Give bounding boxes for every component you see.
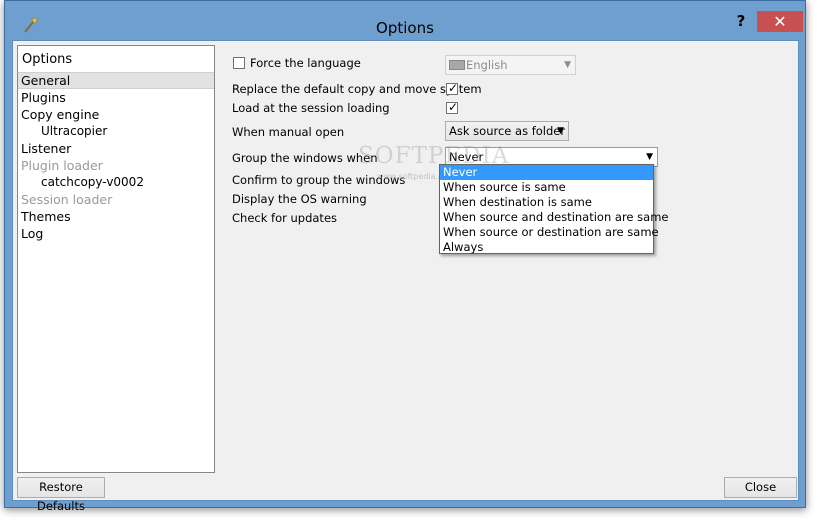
sidebar-item-themes[interactable]: Themes: [18, 208, 214, 225]
sidebar-item-catchcopy[interactable]: catchcopy-v0002: [18, 174, 214, 191]
dropdown-option-source-same[interactable]: When source is same: [440, 180, 653, 195]
dropdown-option-never[interactable]: Never: [440, 165, 653, 180]
options-sidebar: Options General Plugins Copy engine Ultr…: [17, 45, 215, 473]
options-window: Options ? ✕ Options General Plugins Copy…: [4, 0, 806, 513]
title-bar[interactable]: Options ? ✕: [5, 1, 805, 41]
language-select[interactable]: English ▼: [445, 55, 576, 75]
chevron-down-icon: ▼: [557, 126, 564, 136]
client-area: Options General Plugins Copy engine Ultr…: [12, 40, 799, 513]
sidebar-item-ultracopier[interactable]: Ultracopier: [18, 123, 214, 140]
chevron-down-icon: ▼: [564, 60, 571, 70]
dropdown-option-source-or-destination[interactable]: When source or destination are same: [440, 225, 659, 240]
sidebar-header: Options: [22, 52, 73, 67]
manual-open-select[interactable]: Ask source as folder ▼: [445, 121, 569, 141]
manual-open-value: Ask source as folder: [449, 124, 566, 138]
group-windows-label: Group the windows when: [232, 151, 378, 165]
help-button[interactable]: ?: [727, 11, 755, 31]
language-value: English: [466, 58, 508, 72]
restore-defaults-button[interactable]: Restore Defaults: [17, 477, 105, 513]
force-language-label: Force the language: [250, 56, 361, 70]
close-button[interactable]: Close: [724, 477, 797, 498]
sidebar-item-plugins[interactable]: Plugins: [18, 89, 214, 106]
sidebar-item-copy-engine[interactable]: Copy engine: [18, 106, 214, 123]
replace-copy-label: Replace the default copy and move system: [232, 82, 482, 96]
replace-copy-checkbox[interactable]: ✓: [446, 81, 459, 95]
flag-icon: [449, 60, 465, 70]
sidebar-item-listener[interactable]: Listener: [18, 140, 214, 157]
dropdown-option-always[interactable]: Always: [440, 240, 653, 255]
group-windows-dropdown: Never When source is same When destinati…: [439, 164, 668, 255]
sidebar-item-session-loader[interactable]: Session loader: [18, 191, 214, 208]
load-session-label: Load at the session loading: [232, 101, 390, 115]
check-updates-label: Check for updates: [232, 211, 338, 225]
dropdown-option-destination-same[interactable]: When destination is same: [440, 195, 653, 210]
force-language-checkbox[interactable]: [233, 57, 245, 69]
manual-open-label: When manual open: [232, 125, 345, 139]
sidebar-item-plugin-loader[interactable]: Plugin loader: [18, 157, 214, 174]
checkmark-icon: ✓: [448, 81, 459, 95]
sidebar-list: General Plugins Copy engine Ultracopier …: [18, 72, 214, 242]
sidebar-item-log[interactable]: Log: [18, 225, 214, 242]
sidebar-item-general[interactable]: General: [18, 72, 214, 89]
os-warning-label: Display the OS warning: [232, 192, 367, 206]
checkmark-icon: ✓: [448, 100, 459, 114]
window-close-button[interactable]: ✕: [757, 11, 803, 32]
load-session-checkbox[interactable]: ✓: [446, 100, 459, 114]
dropdown-option-source-and-destination[interactable]: When source and destination are same: [440, 210, 668, 225]
window-title: Options: [376, 19, 434, 37]
